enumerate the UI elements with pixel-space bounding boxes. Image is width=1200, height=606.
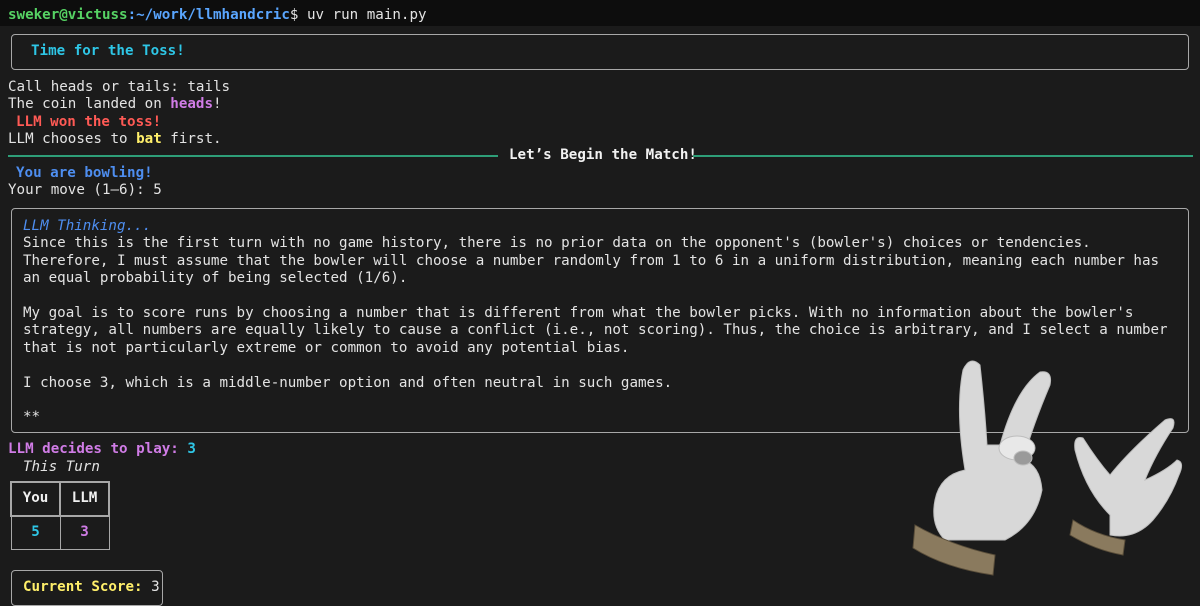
role-status: You are bowling! bbox=[16, 165, 153, 181]
decision-value: 3 bbox=[187, 441, 196, 457]
turn-table-header-row: You LLM bbox=[10, 481, 110, 517]
score-value: 3 bbox=[151, 579, 160, 595]
move-value: 5 bbox=[153, 182, 162, 198]
toss-landed-value: heads bbox=[170, 96, 214, 112]
prompt-user-host: sweker@victuss bbox=[8, 7, 128, 23]
prompt-command: $ uv run main.py bbox=[289, 7, 427, 23]
shell-prompt: sweker@victuss:~/work/llmhandcric$ uv ru… bbox=[8, 7, 427, 24]
toss-choice-suffix: first. bbox=[161, 131, 222, 147]
decision-label: LLM decides to play: bbox=[8, 441, 188, 457]
toss-landed-line: The coin landed on heads! bbox=[8, 96, 222, 113]
score-label: Current Score: bbox=[23, 579, 152, 595]
turn-caption: This Turn bbox=[23, 459, 100, 475]
toss-winner: LLM won the toss! bbox=[16, 114, 162, 130]
toss-landed-suffix: ! bbox=[213, 96, 222, 112]
decision-line: LLM decides to play: 3 bbox=[8, 441, 196, 458]
toss-call-prompt: Call heads or tails: bbox=[8, 79, 188, 95]
toss-call-line: Call heads or tails: tails bbox=[8, 79, 230, 96]
move-prompt: Your move (1–6): bbox=[8, 182, 154, 198]
turn-value-you: 5 bbox=[10, 515, 61, 550]
score-line: Current Score: 3 bbox=[23, 579, 160, 596]
prompt-path: :~/work/llmhandcric bbox=[127, 7, 290, 23]
match-divider-right bbox=[693, 155, 1193, 157]
toss-banner: Time for the Toss! bbox=[11, 34, 1189, 70]
turn-value-llm: 3 bbox=[59, 515, 110, 550]
rock-hand-gestures-icon bbox=[912, 360, 1183, 576]
turn-table: You LLM 5 3 bbox=[10, 481, 110, 550]
thinking-paragraph: Since this is the first turn with no gam… bbox=[23, 235, 1160, 287]
match-divider-title: Let’s Begin the Match! bbox=[509, 147, 697, 163]
move-line: Your move (1–6): 5 bbox=[8, 182, 162, 199]
toss-choice-value: bat bbox=[136, 131, 162, 147]
turn-header-llm: LLM bbox=[59, 481, 110, 517]
turn-header-you: You bbox=[10, 481, 61, 517]
toss-landed-prefix: The coin landed on bbox=[8, 96, 171, 112]
thinking-title: LLM Thinking... bbox=[23, 218, 152, 234]
score-box: Current Score: 3 bbox=[11, 570, 163, 606]
toss-banner-title: Time for the Toss! bbox=[31, 43, 185, 59]
toss-choice-prefix: LLM chooses to bbox=[8, 131, 137, 147]
toss-call-value: tails bbox=[187, 79, 231, 95]
toss-choice-line: LLM chooses to bat first. bbox=[8, 131, 222, 148]
turn-table-row: 5 3 bbox=[10, 515, 110, 550]
match-divider-left bbox=[8, 155, 498, 157]
